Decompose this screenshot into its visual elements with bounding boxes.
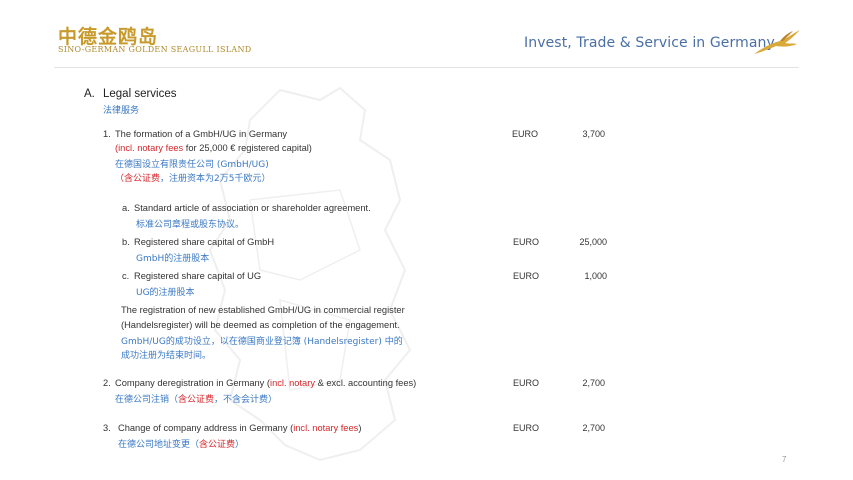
item-2-cn-b: ，不含会计费） [214, 395, 278, 405]
item-2-cn-red: 含公证费 [178, 395, 215, 405]
page-number: 7 [782, 455, 787, 464]
sub-b-number: b. [122, 237, 130, 247]
item-2-currency: EURO [513, 378, 540, 388]
header-divider [54, 67, 799, 68]
item-1-currency: EURO [512, 129, 539, 139]
item-1-note-cn: （含公证费，注册资本为2万5千欧元） [115, 171, 270, 184]
sub-a-title: Standard article of association or share… [134, 203, 371, 213]
sub-a-number: a. [122, 203, 130, 213]
registration-note-cn-line-1: GmbH/UG的成功设立，以在德国商业登记簿 (Handelsregister)… [121, 337, 403, 347]
item-1-number: 1. [103, 129, 111, 139]
item-2-number: 2. [103, 378, 111, 388]
item-2-title-red: incl. notary [270, 378, 315, 388]
item-3-currency: EURO [513, 423, 540, 433]
section-title: Legal services [103, 88, 177, 100]
section-marker: A. [84, 88, 95, 100]
logo-english: SINO-GERMAN GOLDEN SEAGULL ISLAND [58, 45, 252, 54]
sub-c-amount: 1,000 [584, 271, 607, 281]
item-1-amount: 3,700 [582, 129, 605, 139]
item-3-amount: 2,700 [582, 423, 605, 433]
item-1-note-red: (incl. notary fees [115, 143, 184, 153]
item-3-title-b: ) [358, 423, 362, 433]
registration-note-line-1: The registration of new established GmbH… [121, 305, 405, 315]
header-tagline: Invest, Trade & Service in Germany [524, 35, 775, 51]
item-3-cn-red: 含公证费 [199, 440, 236, 450]
item-3-title-red: incl. notary fees [293, 423, 359, 433]
item-2-cn-a: 在德公司注销（ [115, 395, 179, 405]
item-1-note: (incl. notary fees for 25,000 € register… [115, 143, 312, 153]
item-1-title: The formation of a GmbH/UG in Germany [115, 129, 288, 139]
sub-c-title-cn: UG的注册股本 [136, 288, 195, 298]
item-1-note-cn-rest: ，注册资本为2万5千欧元） [160, 174, 271, 184]
item-2-title-cn: 在德公司注销（含公证费，不含会计费） [115, 392, 277, 405]
registration-note-cn-line-2: 成功注册为结束时间。 [121, 351, 212, 361]
item-1-title-cn: 在德国设立有限责任公司 (GmbH/UG) [115, 160, 269, 170]
item-1-note-rest: for 25,000 € registered capital) [183, 143, 312, 153]
sub-a-title-cn: 标准公司章程或股东协议。 [136, 220, 245, 230]
sub-b-title-cn: GmbH的注册股本 [136, 254, 210, 264]
item-2-title-b: & excl. accounting fees) [314, 378, 417, 388]
registration-note-line-2: (Handelsregister) will be deemed as comp… [121, 320, 400, 330]
item-2-title: Company deregistration in Germany (incl.… [115, 378, 416, 388]
sub-c-number: c. [122, 271, 130, 281]
sub-c-currency: EURO [513, 271, 540, 281]
item-3-cn-a: 在德公司地址变更（ [118, 440, 200, 450]
item-2-title-a: Company deregistration in Germany ( [115, 378, 271, 388]
item-2-amount: 2,700 [582, 378, 605, 388]
item-3-number: 3. [103, 423, 111, 433]
sub-b-currency: EURO [513, 237, 540, 247]
item-1-note-cn-red: （含公证费 [115, 174, 161, 184]
sub-c-title: Registered share capital of UG [134, 271, 262, 281]
seagull-icon [754, 30, 800, 54]
item-3-title: Change of company address in Germany (in… [118, 423, 361, 433]
section-title-cn: 法律服务 [103, 106, 140, 116]
sub-b-amount: 25,000 [579, 237, 607, 247]
item-3-title-cn: 在德公司地址变更（含公证费） [118, 437, 244, 450]
item-3-cn-b: ） [235, 440, 245, 450]
item-3-title-a: Change of company address in Germany ( [118, 423, 294, 433]
sub-b-title: Registered share capital of GmbH [134, 237, 275, 247]
